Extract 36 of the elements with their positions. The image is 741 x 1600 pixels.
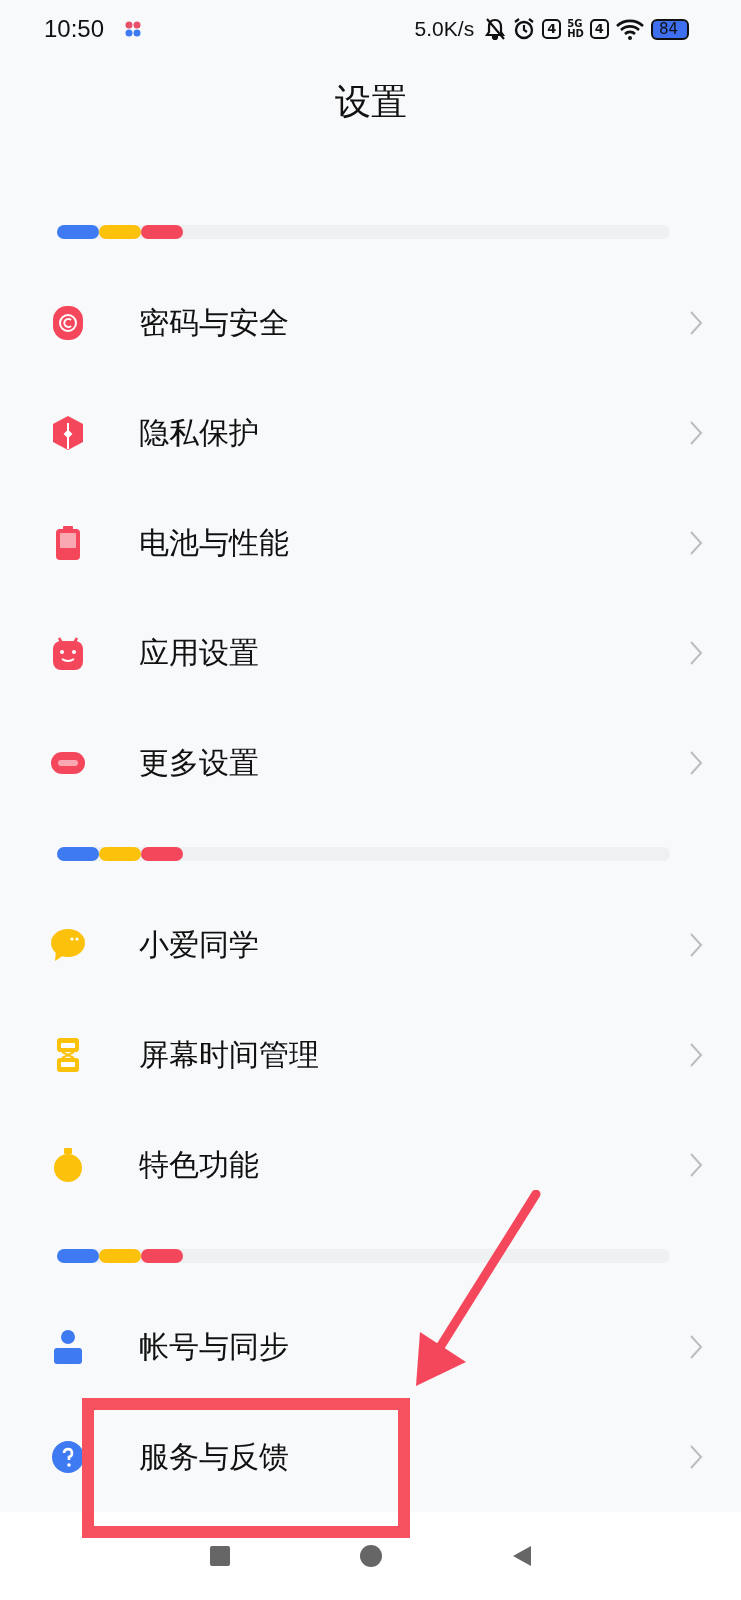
chevron-icon [689,530,703,556]
app-notification-icon [124,20,143,38]
chevron-icon [689,1444,703,1470]
sim-signal-icon: 4 [589,19,609,39]
chevron-icon [689,1152,703,1178]
chevron-icon [689,932,703,958]
chevron-icon [689,310,703,336]
chevron-icon [689,420,703,446]
settings-item[interactable]: 应用设置 [0,598,741,708]
privacy-shield-icon [50,415,86,451]
home-icon [358,1544,383,1568]
page-title: 设置 [334,79,407,124]
settings-item[interactable]: 特色功能 [0,1110,741,1220]
battery-level: 84 [650,18,689,40]
robot-face-icon [50,635,86,671]
settings-item[interactable]: 电池与性能 [0,488,741,598]
chevron-icon [689,750,703,776]
settings-item[interactable]: 服务与反馈 [0,1402,741,1512]
network-type: HD [567,29,584,39]
settings-item[interactable]: 隐私保护 [0,378,741,488]
wifi-icon [614,17,645,41]
chat-bubble-icon [50,927,86,963]
settings-item[interactable]: 帐号与同步 [0,1292,741,1402]
chevron-icon [689,640,703,666]
settings-item[interactable]: 更多设置 [0,708,741,818]
settings-item[interactable]: 屏幕时间管理 [0,1000,741,1110]
clock-time: 10:50 [44,15,105,43]
network-type: 5G [567,19,584,29]
settings-item[interactable]: 小爱同学 [0,890,741,1000]
chevron-icon [689,1042,703,1068]
chevron-icon [689,1334,703,1360]
network-speed: 5.0K/s [414,17,475,41]
sim-signal-icon: 4 [542,19,562,39]
recents-icon [208,1545,231,1567]
settings-item[interactable]: 密码与安全 [0,268,741,378]
muted-bell-icon [484,17,507,41]
